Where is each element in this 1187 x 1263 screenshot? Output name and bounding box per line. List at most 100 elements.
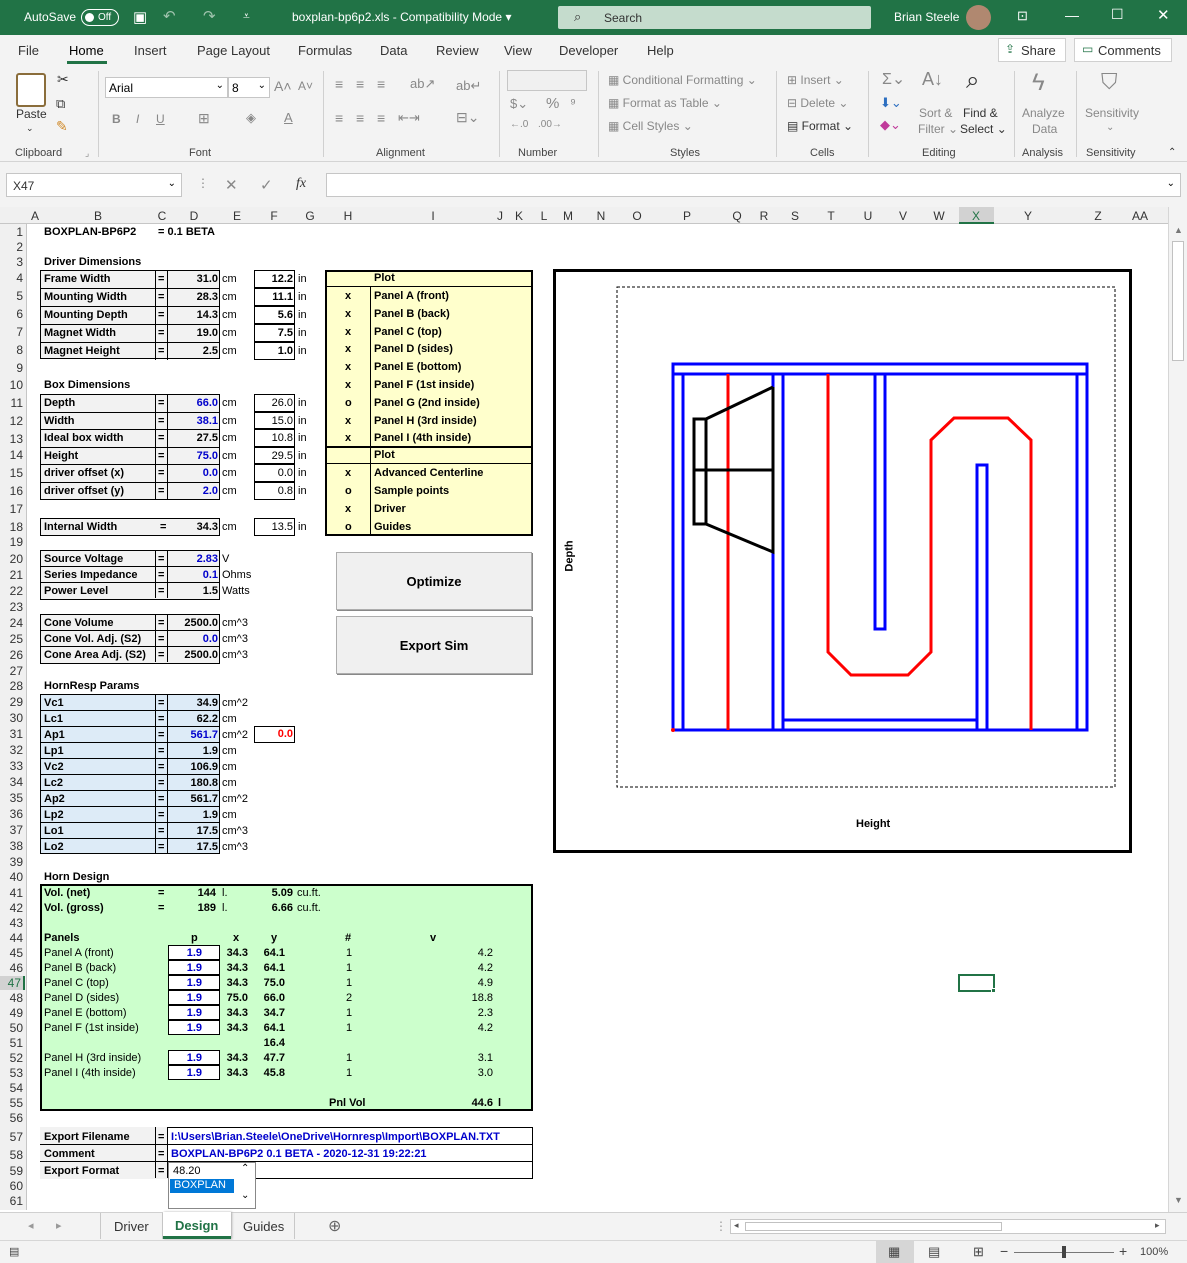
plot-toggle[interactable]: x (345, 466, 351, 480)
export-value[interactable]: BOXPLAN-BP6P2 0.1 BETA - 2020-12-31 19:2… (171, 1147, 427, 1161)
row-inch-value[interactable]: 26.0 (255, 396, 293, 410)
plot-toggle[interactable]: x (345, 307, 351, 321)
add-sheet-icon[interactable]: ⊕ (328, 1216, 341, 1236)
row-value[interactable]: 2.83 (170, 552, 218, 566)
row-value[interactable]: 1.9 (170, 808, 218, 822)
panel-y-value[interactable]: 47.7 (255, 1051, 285, 1065)
row-inch-value[interactable]: 0.0 (255, 466, 293, 480)
panel-count[interactable]: 2 (346, 991, 352, 1005)
panel-p-value[interactable]: 1.9 (170, 946, 202, 960)
scroll-right-icon[interactable]: ▸ (1155, 1220, 1160, 1231)
horizontal-scrollbar[interactable]: ◂ ▸ (730, 1219, 1166, 1234)
plot-toggle[interactable]: x (345, 431, 351, 445)
row-value[interactable]: 0.1 (170, 568, 218, 582)
panel-count[interactable]: 1 (346, 1051, 352, 1065)
export-format-dropdown[interactable]: 48.20 BOXPLAN ⌃ ⌄ (168, 1162, 256, 1209)
panel-p-value[interactable]: 1.9 (170, 1051, 202, 1065)
row-value[interactable]: 14.3 (170, 308, 218, 322)
plot-toggle[interactable]: o (345, 520, 352, 534)
row-inch-value[interactable]: 5.6 (255, 308, 293, 322)
panel-y-value[interactable]: 64.1 (255, 946, 285, 960)
row-inch-value[interactable]: 12.2 (255, 272, 293, 286)
vol-gross-cuft[interactable]: 6.66 (255, 901, 293, 915)
tab-scroll-right-icon[interactable]: ▸ (56, 1219, 62, 1232)
panel-p-value[interactable]: 1.9 (170, 1021, 202, 1035)
vol-net-liters[interactable]: 144 (180, 886, 216, 900)
row-value[interactable]: 31.0 (170, 272, 218, 286)
panel-count[interactable]: 1 (346, 976, 352, 990)
tab-guides[interactable]: Guides (231, 1213, 295, 1239)
row-value[interactable]: 2.5 (170, 344, 218, 358)
plot-toggle[interactable]: x (345, 378, 351, 392)
row-value[interactable]: 75.0 (170, 449, 218, 463)
dropdown-option-selected[interactable]: BOXPLAN (170, 1179, 234, 1193)
row-value[interactable]: 0.0 (170, 466, 218, 480)
panel-x-value[interactable]: 34.3 (222, 1051, 248, 1065)
row-value[interactable]: 2500.0 (170, 648, 218, 662)
row51-y-value[interactable]: 16.4 (255, 1036, 285, 1050)
panel-p-value[interactable]: 1.9 (170, 961, 202, 975)
row-value[interactable]: 34.9 (170, 696, 218, 710)
row-inch-value[interactable]: 29.5 (255, 449, 293, 463)
scroll-down-icon[interactable]: ▼ (1174, 1195, 1183, 1205)
row-inch-value[interactable]: 7.5 (255, 326, 293, 340)
panel-volume[interactable]: 4.2 (455, 961, 493, 975)
plot-toggle[interactable]: x (345, 502, 351, 516)
row-value[interactable]: 180.8 (170, 776, 218, 790)
panel-volume[interactable]: 4.2 (455, 946, 493, 960)
tab-driver[interactable]: Driver (100, 1213, 163, 1239)
panel-p-value[interactable]: 1.9 (170, 976, 202, 990)
dropdown-scroll-down-icon[interactable]: ⌄ (241, 1190, 249, 1201)
panel-x-value[interactable]: 75.0 (222, 991, 248, 1005)
row-value[interactable]: 28.3 (170, 290, 218, 304)
panel-x-value[interactable]: 34.3 (222, 1021, 248, 1035)
panel-y-value[interactable]: 64.1 (255, 961, 285, 975)
worksheet[interactable]: BOXPLAN-BP6P2 = 0.1 BETA Driver Dimensio… (0, 0, 1168, 1212)
pnl-vol-value[interactable]: 44.6 (455, 1096, 493, 1110)
ap1-extra-value[interactable]: 0.0 (255, 727, 293, 741)
plot-toggle[interactable]: x (345, 289, 351, 303)
plot-toggle[interactable]: o (345, 396, 352, 410)
row-inch-value[interactable]: 10.8 (255, 431, 293, 445)
panel-x-value[interactable]: 34.3 (222, 1066, 248, 1080)
panel-x-value[interactable]: 34.3 (222, 946, 248, 960)
row-value[interactable]: 1.9 (170, 744, 218, 758)
zoom-out-icon[interactable]: − (1000, 1243, 1008, 1259)
panel-count[interactable]: 1 (346, 1006, 352, 1020)
vol-net-cuft[interactable]: 5.09 (255, 886, 293, 900)
optimize-button[interactable]: Optimize (336, 552, 532, 610)
panel-p-value[interactable]: 1.9 (170, 1066, 202, 1080)
page-break-view-icon[interactable]: ⊞ (973, 1244, 984, 1260)
export-value[interactable]: I:\Users\Brian.Steele\OneDrive\Hornresp\… (171, 1130, 500, 1144)
export-sim-button[interactable]: Export Sim (336, 616, 532, 674)
scroll-thumb[interactable] (745, 1222, 1002, 1231)
row-value[interactable]: 561.7 (170, 792, 218, 806)
panel-x-value[interactable]: 34.3 (222, 1006, 248, 1020)
panel-count[interactable]: 1 (346, 961, 352, 975)
row-value[interactable]: 17.5 (170, 840, 218, 854)
plot-toggle[interactable]: o (345, 484, 352, 498)
row-value[interactable]: 2.0 (170, 484, 218, 498)
internal-width-cm[interactable]: 34.3 (170, 520, 218, 534)
row-value[interactable]: 106.9 (170, 760, 218, 774)
panel-volume[interactable]: 3.1 (455, 1051, 493, 1065)
panel-y-value[interactable]: 45.8 (255, 1066, 285, 1080)
tab-design[interactable]: Design (163, 1212, 231, 1239)
row-value[interactable]: 561.7 (170, 728, 218, 742)
panel-volume[interactable]: 4.9 (455, 976, 493, 990)
normal-view-button[interactable]: ▦ (876, 1241, 914, 1263)
scroll-left-icon[interactable]: ◂ (734, 1220, 739, 1231)
dropdown-option[interactable]: 48.20 (173, 1165, 201, 1177)
plot-toggle[interactable]: x (345, 342, 351, 356)
panel-volume[interactable]: 4.2 (455, 1021, 493, 1035)
vol-gross-liters[interactable]: 189 (180, 901, 216, 915)
scroll-thumb[interactable] (1172, 241, 1184, 361)
panel-count[interactable]: 1 (346, 946, 352, 960)
panel-p-value[interactable]: 1.9 (170, 1006, 202, 1020)
row-value[interactable]: 0.0 (170, 632, 218, 646)
row-value[interactable]: 17.5 (170, 824, 218, 838)
internal-width-in[interactable]: 13.5 (255, 520, 293, 534)
row-value[interactable]: 2500.0 (170, 616, 218, 630)
active-cell[interactable] (958, 974, 995, 992)
panel-y-value[interactable]: 75.0 (255, 976, 285, 990)
